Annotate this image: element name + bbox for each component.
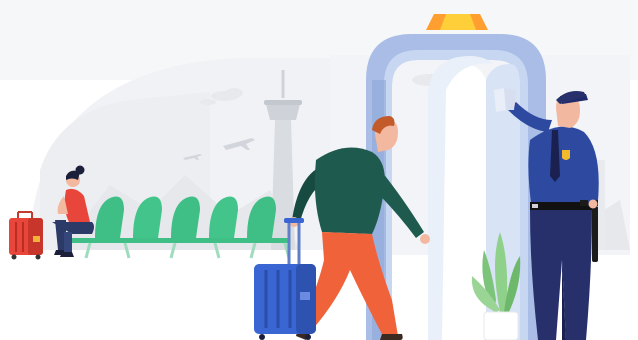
suitcase-icon [9, 211, 43, 260]
passport-icon [494, 88, 516, 112]
airport-security-scene [0, 0, 638, 340]
illustration-canvas [0, 0, 638, 340]
